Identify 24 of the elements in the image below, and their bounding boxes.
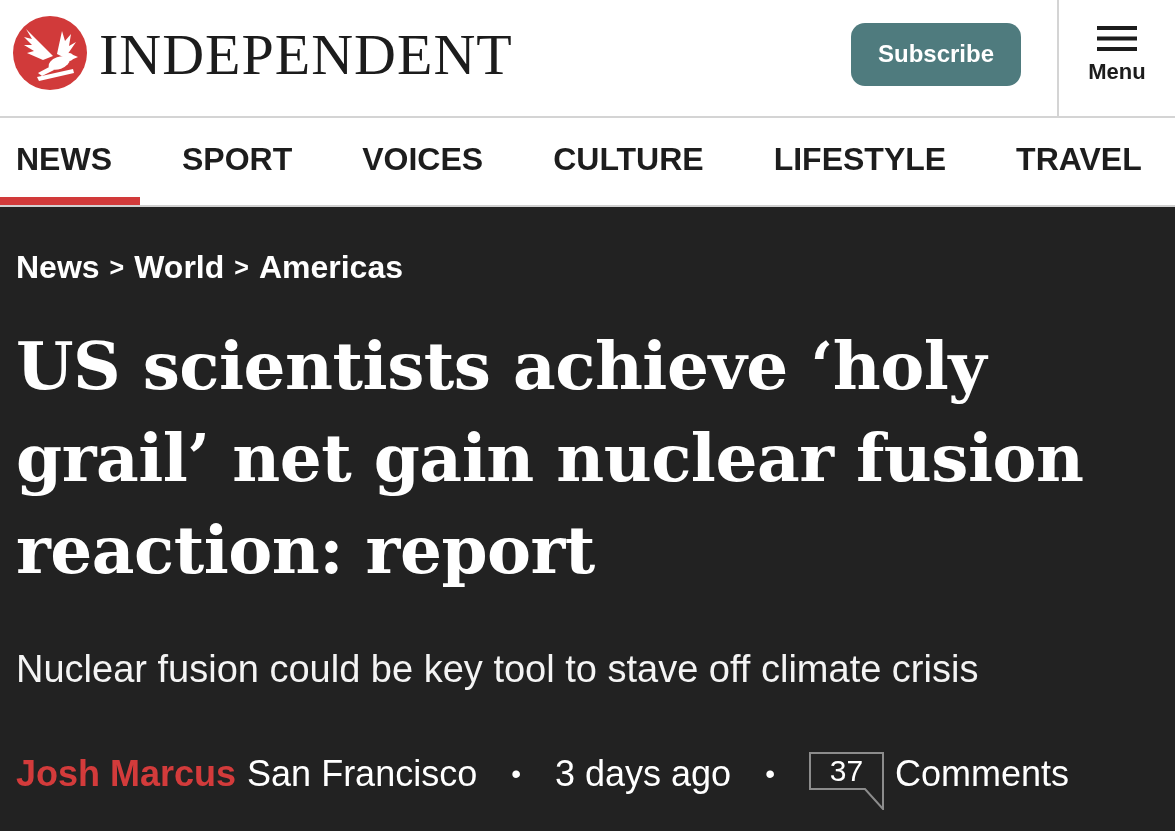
breadcrumb-separator: > xyxy=(234,252,249,283)
logo-wordmark[interactable]: INDEPENDENT xyxy=(99,22,513,84)
article-standfirst: Nuclear fusion could be key tool to stave off climate crisis xyxy=(16,647,980,692)
menu-icon xyxy=(1097,25,1137,51)
byline-location: San Francisco xyxy=(247,752,478,796)
breadcrumb-separator: > xyxy=(109,252,125,283)
bird-logo-icon xyxy=(13,16,87,90)
breadcrumb-link[interactable]: World xyxy=(134,248,225,286)
comments-link[interactable]: Comments xyxy=(894,752,1069,796)
published-time: 3 days ago xyxy=(555,752,732,796)
comment-count-link[interactable]: 37 xyxy=(808,752,884,810)
nav-tab[interactable]: CULTURE xyxy=(537,118,732,205)
nav-tab[interactable]: SPORT xyxy=(166,118,321,205)
subscribe-button[interactable]: Subscribe xyxy=(851,22,1021,86)
nav-tab[interactable]: TRAVEL xyxy=(1000,118,1170,205)
nav-tab[interactable]: NEWS xyxy=(0,118,140,205)
bullet-separator: • xyxy=(511,757,521,791)
article-headline: US scientists achieve ‘holy grail’ net gain nuclear fusion reaction: report xyxy=(16,326,1085,591)
nav-tab[interactable]: VOICES xyxy=(346,118,512,205)
breadcrumb-link[interactable]: News xyxy=(16,248,100,286)
nav-tab[interactable]: LIFESTYLE xyxy=(757,118,975,205)
breadcrumb-link[interactable]: Americas xyxy=(258,248,403,286)
menu-button[interactable]: Menu xyxy=(1057,0,1175,116)
bullet-separator: • xyxy=(765,757,775,791)
